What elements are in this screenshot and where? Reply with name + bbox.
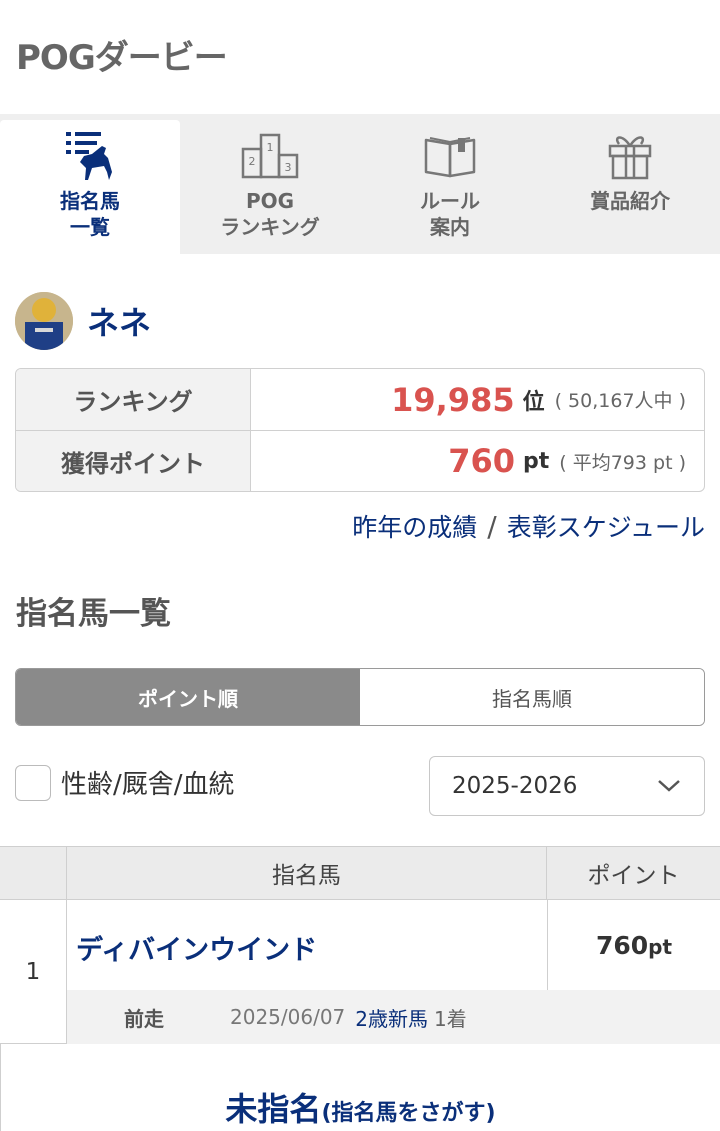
points-row: 獲得ポイント 760 pt ( 平均793 pt )	[16, 430, 704, 491]
svg-text:2: 2	[249, 155, 256, 168]
app-title: POGダービー	[16, 38, 228, 78]
ranking-label: ランキング	[16, 369, 251, 430]
row-points-unit: pt	[648, 935, 673, 959]
last-race-name[interactable]: 2歳新馬	[355, 1003, 428, 1032]
row-rank: 1	[0, 900, 67, 1043]
tab-prizes[interactable]: 賞品紹介	[540, 114, 720, 254]
tab-pog-ranking[interactable]: 1 2 3 POG ランキング	[180, 114, 360, 254]
horse-table: 指名馬 ポイント 1 ディバインウインド 760 pt 前走 2025/06/0…	[0, 846, 720, 1044]
sort-by-points-button[interactable]: ポイント順	[16, 669, 360, 725]
sort-toggle: ポイント順 指名馬順	[15, 668, 705, 726]
points-label: 獲得ポイント	[16, 431, 251, 491]
gift-icon	[605, 126, 655, 186]
section-title: 指名馬一覧	[16, 596, 171, 632]
season-value: 2025-2026	[452, 773, 578, 799]
tab-horse-list[interactable]: 指名馬 一覧	[0, 120, 180, 254]
tab-label: 指名馬 一覧	[60, 189, 120, 239]
sort-by-pick-button[interactable]: 指名馬順	[360, 669, 704, 725]
detail-checkbox-label[interactable]: 性齢/厩舎/血統	[61, 764, 235, 801]
svg-text:3: 3	[285, 161, 292, 174]
schedule-link[interactable]: 表彰スケジュール	[507, 508, 705, 544]
horse-list-icon	[62, 126, 118, 186]
podium-icon: 1 2 3	[240, 126, 300, 186]
header-horse: 指名馬	[67, 847, 547, 899]
header-points: ポイント	[587, 863, 680, 889]
unassigned-label: 未指名	[225, 1090, 322, 1128]
book-icon	[422, 126, 478, 186]
tab-rules[interactable]: ルール 案内	[360, 114, 540, 254]
tab-label: POG ランキング	[220, 189, 320, 239]
table-header: 指名馬 ポイント	[0, 846, 720, 900]
main-tab-bar: 指名馬 一覧 1 2 3 POG ランキング ルール 案内 賞品紹介	[0, 114, 720, 254]
points-value: 760	[448, 442, 515, 480]
table-row[interactable]: 1 ディバインウインド 760 pt 前走 2025/06/07 2歳新馬 1着	[0, 900, 720, 1044]
last-race-result: 1着	[434, 1006, 467, 1031]
stats-table: ランキング 19,985 位 ( 50,167人中 ) 獲得ポイント 760 p…	[15, 368, 705, 492]
ranking-unit: 位	[522, 389, 545, 415]
tab-label: 賞品紹介	[590, 189, 670, 213]
svg-text:1: 1	[267, 141, 274, 154]
ranking-row: ランキング 19,985 位 ( 50,167人中 )	[16, 369, 704, 430]
horse-name-link[interactable]: ディバインウインド	[76, 928, 317, 967]
last-year-link[interactable]: 昨年の成績	[352, 508, 477, 544]
points-unit: pt	[523, 448, 550, 474]
empty-slot-row: 未指名(指名馬をさがす)	[0, 1044, 720, 1131]
row-points: 760 pt	[547, 900, 720, 990]
link-separator: /	[487, 509, 497, 543]
detail-filter: 性齢/厩舎/血統	[15, 764, 235, 801]
avatar[interactable]	[15, 292, 73, 350]
detail-checkbox[interactable]	[15, 764, 51, 801]
ranking-total: ( 50,167人中 )	[554, 390, 686, 412]
user-profile: ネネ	[15, 292, 151, 350]
chevron-down-icon	[656, 775, 682, 801]
row-points-value: 760	[595, 930, 649, 960]
points-average: ( 平均793 pt )	[559, 451, 686, 474]
result-links: 昨年の成績 / 表彰スケジュール	[352, 508, 705, 544]
tab-label: ルール 案内	[420, 189, 480, 239]
ranking-value: 19,985	[391, 380, 515, 419]
username: ネネ	[87, 304, 152, 342]
header-rank	[0, 847, 67, 899]
last-race-date: 2025/06/07	[230, 1005, 346, 1029]
season-select[interactable]: 2025-2026	[429, 756, 705, 816]
find-horse-label: (指名馬をさがす)	[321, 1101, 496, 1126]
last-race-row: 前走 2025/06/07 2歳新馬 1着	[67, 990, 720, 1044]
last-race-label: 前走	[124, 1006, 164, 1031]
find-horse-link[interactable]: 未指名(指名馬をさがす)	[225, 1084, 495, 1131]
